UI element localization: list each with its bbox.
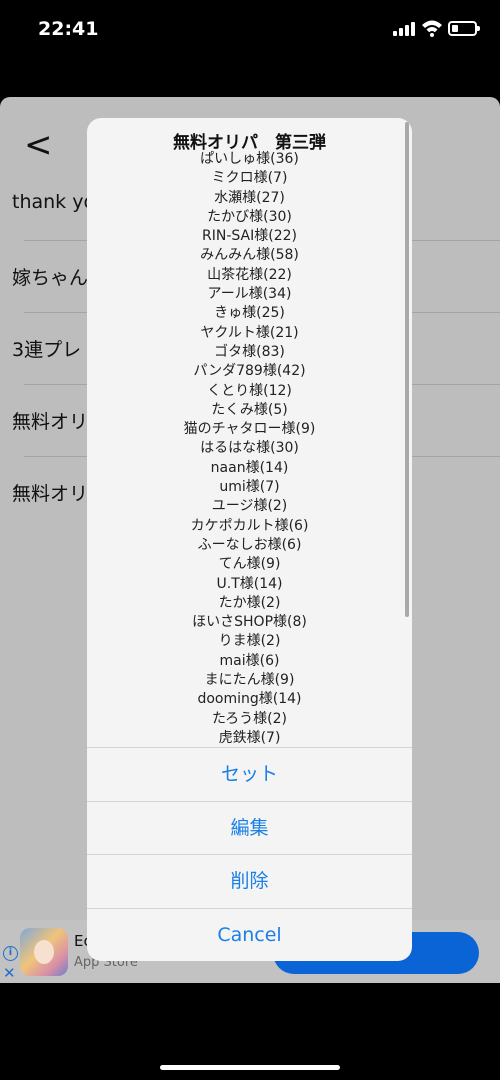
entry-item: 水瀬様(27) bbox=[214, 189, 285, 206]
wifi-icon bbox=[422, 20, 442, 37]
action-sheet-header[interactable]: 無料オリパ 第三弾 ぱいしゅ様(36) ミクロ様(7) 水瀬様(27) たかび様(30… bbox=[87, 118, 412, 747]
cancel-button[interactable]: Cancel bbox=[87, 907, 412, 962]
entry-item: まにたん様(9) bbox=[204, 672, 295, 689]
entry-item: 猫のチャタロー様(9) bbox=[183, 421, 316, 438]
action-sheet: 無料オリパ 第三弾 ぱいしゅ様(36) ミクロ様(7) 水瀬様(27) たかび様(30… bbox=[87, 118, 412, 961]
entry-item: はるはな様(30) bbox=[200, 440, 299, 457]
entry-item: dooming様(14) bbox=[197, 691, 302, 708]
entry-item: たか様(2) bbox=[218, 594, 281, 611]
edit-button[interactable]: 編集 bbox=[87, 800, 412, 855]
close-icon[interactable]: ✕ bbox=[3, 964, 16, 982]
entry-item: ヤクルト様(21) bbox=[200, 324, 299, 341]
list-item-label: 3連プレ bbox=[12, 339, 82, 361]
entry-item: 山茶花様(22) bbox=[207, 266, 292, 283]
entry-item: ミクロ様(7) bbox=[211, 170, 288, 187]
cellular-signal-icon bbox=[393, 22, 415, 36]
info-icon[interactable]: i bbox=[3, 946, 18, 961]
battery-icon bbox=[448, 21, 480, 36]
status-bar: 22:41 bbox=[0, 0, 500, 60]
entry-item: カケポカルト様(6) bbox=[190, 517, 309, 534]
entry-item: ゴタ様(83) bbox=[214, 343, 285, 360]
entry-item: たかび様(30) bbox=[207, 208, 292, 225]
entry-item: 虎鉄様(7) bbox=[218, 729, 281, 746]
entry-item: umi様(7) bbox=[219, 479, 280, 496]
entry-item: くとり様(12) bbox=[207, 382, 292, 399]
action-sheet-actions: セット 編集 削除 Cancel bbox=[87, 747, 412, 961]
entry-item: みんみん様(58) bbox=[200, 247, 299, 264]
entry-item: りま様(2) bbox=[218, 633, 281, 650]
entry-item: RIN-SAI様(22) bbox=[202, 228, 297, 245]
entry-item: ぱいしゅ様(36) bbox=[200, 151, 299, 167]
list-item-label: 嫁ちゃん bbox=[12, 267, 89, 289]
entry-item: U.T様(14) bbox=[216, 575, 283, 592]
entry-item: たくみ様(5) bbox=[211, 401, 288, 418]
scroll-indicator[interactable] bbox=[405, 122, 409, 617]
entry-item: ユージ様(2) bbox=[211, 498, 288, 515]
entry-item: きゅ様(25) bbox=[214, 305, 285, 322]
list-item-label: 無料オリ bbox=[12, 411, 89, 433]
entry-item: ほいさSHOP様(8) bbox=[192, 614, 307, 631]
status-time: 22:41 bbox=[38, 18, 99, 40]
home-indicator[interactable] bbox=[160, 1065, 340, 1070]
list-item-label: thank yo bbox=[12, 191, 96, 213]
entry-item: アール様(34) bbox=[207, 286, 292, 303]
entry-item: たろう様(2) bbox=[212, 710, 287, 727]
entry-item: てん様(9) bbox=[218, 556, 281, 573]
battery-level bbox=[452, 25, 458, 32]
back-chevron-icon[interactable]: < bbox=[24, 125, 53, 165]
ad-app-icon[interactable] bbox=[20, 928, 68, 976]
list-item-label: 無料オリ bbox=[12, 483, 89, 505]
entry-item: パンダ789様(42) bbox=[193, 363, 306, 380]
delete-button[interactable]: 削除 bbox=[87, 854, 412, 908]
entry-item: ふーなしお様(6) bbox=[197, 536, 302, 553]
entry-item: mai様(6) bbox=[219, 652, 280, 669]
set-button[interactable]: セット bbox=[87, 747, 412, 801]
entry-item: naan様(14) bbox=[210, 459, 289, 476]
entry-list: ぱいしゅ様(36) ミクロ様(7) 水瀬様(27) たかび様(30) RIN-SAI様(… bbox=[87, 150, 412, 747]
